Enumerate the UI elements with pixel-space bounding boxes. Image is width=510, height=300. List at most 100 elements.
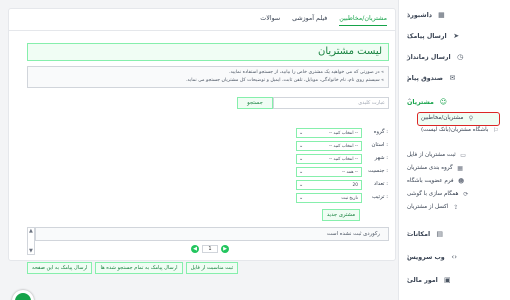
records-box: رکوردی ثبت نشده است bbox=[35, 227, 389, 241]
inbox-icon: ✉ bbox=[449, 73, 456, 82]
support-chat-button[interactable] bbox=[12, 290, 34, 300]
features-icon: ▤ bbox=[436, 229, 443, 238]
club-icon: ⚐ bbox=[493, 127, 499, 134]
chevron-down-icon: ⌄ bbox=[299, 169, 304, 175]
tab-tutorial-video[interactable]: فیلم آموزشی bbox=[292, 15, 327, 26]
tab-divider bbox=[9, 30, 395, 31]
filter-city-select[interactable]: -- انتخاب کنید -- ⌄ bbox=[296, 154, 362, 164]
filter-province-select[interactable]: -- انتخاب کنید -- ⌄ bbox=[296, 141, 362, 151]
code-icon: ‹› bbox=[451, 252, 458, 261]
scroll-down-icon[interactable]: ▼ bbox=[29, 248, 33, 254]
clock-icon: ◷ bbox=[457, 52, 464, 61]
sidebar-subitem-club-form[interactable]: ☻ فرم عضویت باشگاه bbox=[407, 178, 502, 186]
sidebar-item-inbox[interactable]: ✉ صندوق پیام ‹ bbox=[407, 71, 504, 85]
dashboard-icon: ▦ bbox=[438, 10, 445, 19]
users-icon: ☺ bbox=[439, 97, 448, 106]
sidebar-item-scheduled[interactable]: ◷ ارسال زمانداز ‹ bbox=[407, 50, 504, 64]
search-row: عبارت کلیدی جستجو bbox=[237, 97, 389, 109]
sidebar-item-customers[interactable]: ☺ مشتریان ⌃ bbox=[407, 95, 504, 109]
sms-this-page-button[interactable]: ارسال پیامک به این صفحه bbox=[27, 262, 93, 274]
filter-count: تعداد : 20 ⌄ bbox=[260, 180, 388, 190]
page-title-box: لیست مشتریان bbox=[27, 43, 389, 61]
chevron-left-icon: ‹ bbox=[407, 230, 410, 237]
filter-province-value: -- انتخاب کنید -- bbox=[328, 143, 358, 149]
filter-city: شهر : -- انتخاب کنید -- ⌄ bbox=[260, 154, 388, 164]
sidebar-subitem-club[interactable]: ⚐ باشگاه مشتریان(بانک لیست) bbox=[421, 127, 502, 135]
search-button[interactable]: جستجو bbox=[237, 97, 273, 109]
sidebar-item-label: وب سرویس bbox=[407, 253, 445, 261]
chevron-left-icon: ‹ bbox=[407, 276, 410, 283]
chevron-left-icon: ‹ bbox=[407, 53, 410, 60]
filter-gender-select[interactable]: -- همه -- ⌄ bbox=[296, 167, 362, 177]
contacts-icon: ⚲ bbox=[468, 115, 474, 122]
sidebar-subitem-label: گروه بندی مشتریان bbox=[407, 165, 453, 171]
new-customer-button[interactable]: مشتری جدید bbox=[322, 209, 360, 221]
help-note-1: » در صورتی که می خواهید یک مشتری خاص را … bbox=[229, 70, 384, 75]
filter-gender-label: جنسیت : bbox=[368, 168, 388, 174]
chevron-left-icon: ‹ bbox=[407, 32, 410, 39]
filter-gender-value: -- همه -- bbox=[342, 169, 358, 175]
scrollbar[interactable]: ▲ ▼ bbox=[27, 227, 35, 255]
prev-page-icon[interactable]: ◀ bbox=[191, 245, 199, 253]
filter-sort-select[interactable]: تاریخ ثبت ⌄ bbox=[296, 193, 362, 203]
sidebar-subitem-label: مشتریان/مخاطبین bbox=[421, 115, 464, 121]
sidebar-item-label: ارسال پیامک bbox=[407, 32, 447, 40]
main-panel: مشتریان/مخاطبین فیلم آموزشی سوالات لیست … bbox=[8, 8, 396, 274]
sidebar-subitem-phone-sync[interactable]: ⟳ همگام سازی با گوشی bbox=[407, 191, 502, 199]
sidebar-subitem-label: اکسل از مشتریان bbox=[407, 204, 449, 210]
form-icon: ☻ bbox=[457, 178, 465, 185]
sidebar-item-label: ارسال زمانداز bbox=[407, 53, 451, 61]
sidebar-subitem-import-file[interactable]: ▭ ثبت مشتریان از فایل bbox=[407, 152, 502, 160]
sidebar: ▦ داشبورد ‹ ➤ ارسال پیامک ‹ ◷ ارسال زمان… bbox=[398, 0, 510, 300]
sidebar-subitem-label: باشگاه مشتریان(بانک لیست) bbox=[421, 127, 489, 133]
chevron-down-icon: ⌄ bbox=[299, 143, 304, 149]
sync-icon: ⟳ bbox=[463, 191, 469, 198]
filter-gender: جنسیت : -- همه -- ⌄ bbox=[260, 167, 388, 177]
chevron-up-icon: ⌃ bbox=[407, 98, 413, 105]
sidebar-subitem-grouping[interactable]: ▦ گروه بندی مشتریان bbox=[407, 165, 502, 173]
pagination: ◀ 1 ▶ bbox=[191, 245, 229, 253]
sidebar-item-send-sms[interactable]: ➤ ارسال پیامک ‹ bbox=[407, 29, 504, 43]
page-number-input[interactable]: 1 bbox=[202, 245, 218, 253]
import-occasion-button[interactable]: ثبت مناسبت از فایل bbox=[185, 262, 239, 274]
scroll-up-icon[interactable]: ▲ bbox=[29, 228, 33, 234]
chevron-down-icon: ⌄ bbox=[299, 195, 304, 201]
send-icon: ➤ bbox=[453, 31, 460, 40]
sidebar-item-finance[interactable]: ▣ امور مالی ‹ bbox=[407, 273, 504, 287]
empty-records-text: رکوردی ثبت نشده است bbox=[326, 231, 380, 237]
next-page-icon[interactable]: ▶ bbox=[221, 245, 229, 253]
tab-bar: مشتریان/مخاطبین فیلم آموزشی سوالات bbox=[260, 15, 387, 26]
filter-group: گروه : -- انتخاب کنید -- ⌄ bbox=[260, 128, 388, 138]
filter-province: استان : -- انتخاب کنید -- ⌄ bbox=[260, 141, 388, 151]
search-input[interactable]: عبارت کلیدی bbox=[273, 97, 389, 109]
finance-icon: ▣ bbox=[444, 275, 451, 284]
sidebar-item-webservice[interactable]: ‹› وب سرویس ‹ bbox=[407, 250, 504, 264]
filter-count-value: 20 bbox=[352, 182, 358, 188]
filter-city-value: -- انتخاب کنید -- bbox=[328, 156, 358, 162]
sidebar-item-features[interactable]: ▤ امکانات ‹ bbox=[407, 227, 504, 241]
filter-count-select[interactable]: 20 ⌄ bbox=[296, 180, 362, 190]
chevron-left-icon: ‹ bbox=[407, 74, 410, 81]
sidebar-subitem-label: همگام سازی با گوشی bbox=[407, 191, 459, 197]
filter-group-label: گروه : bbox=[373, 129, 388, 135]
sidebar-item-label: امور مالی bbox=[407, 276, 438, 284]
file-icon: ▭ bbox=[460, 152, 466, 159]
help-note-1-text: در صورتی که می خواهید یک مشتری خاص را بی… bbox=[229, 70, 380, 75]
chevron-left-icon: ‹ bbox=[407, 11, 410, 18]
excel-icon: ⇪ bbox=[453, 204, 459, 211]
tab-customers[interactable]: مشتریان/مخاطبین bbox=[339, 15, 387, 26]
sidebar-item-dashboard[interactable]: ▦ داشبورد ‹ bbox=[407, 8, 504, 22]
filter-sort: ترتیب : تاریخ ثبت ⌄ bbox=[260, 193, 388, 203]
chevron-left-icon: ‹ bbox=[407, 253, 410, 260]
chevron-down-icon: ⌄ bbox=[299, 156, 304, 162]
sms-all-results-button[interactable]: ارسال پیامک به تمام جستجو شده ها bbox=[95, 262, 183, 274]
help-note-2: » سیستم روی نام، نام خانوادگی، موبایل، ت… bbox=[185, 78, 384, 83]
sidebar-subitem-contacts[interactable]: ⚲ مشتریان/مخاطبین bbox=[417, 112, 500, 126]
filter-group-select[interactable]: -- انتخاب کنید -- ⌄ bbox=[296, 128, 362, 138]
filter-sort-value: تاریخ ثبت bbox=[341, 195, 358, 201]
sidebar-item-label: امکانات bbox=[407, 230, 431, 238]
tab-faq[interactable]: سوالات bbox=[260, 15, 280, 26]
sidebar-subitem-excel[interactable]: ⇪ اکسل از مشتریان bbox=[407, 204, 502, 212]
filter-sort-label: ترتیب : bbox=[371, 194, 388, 200]
sidebar-item-label: داشبورد bbox=[407, 11, 432, 19]
